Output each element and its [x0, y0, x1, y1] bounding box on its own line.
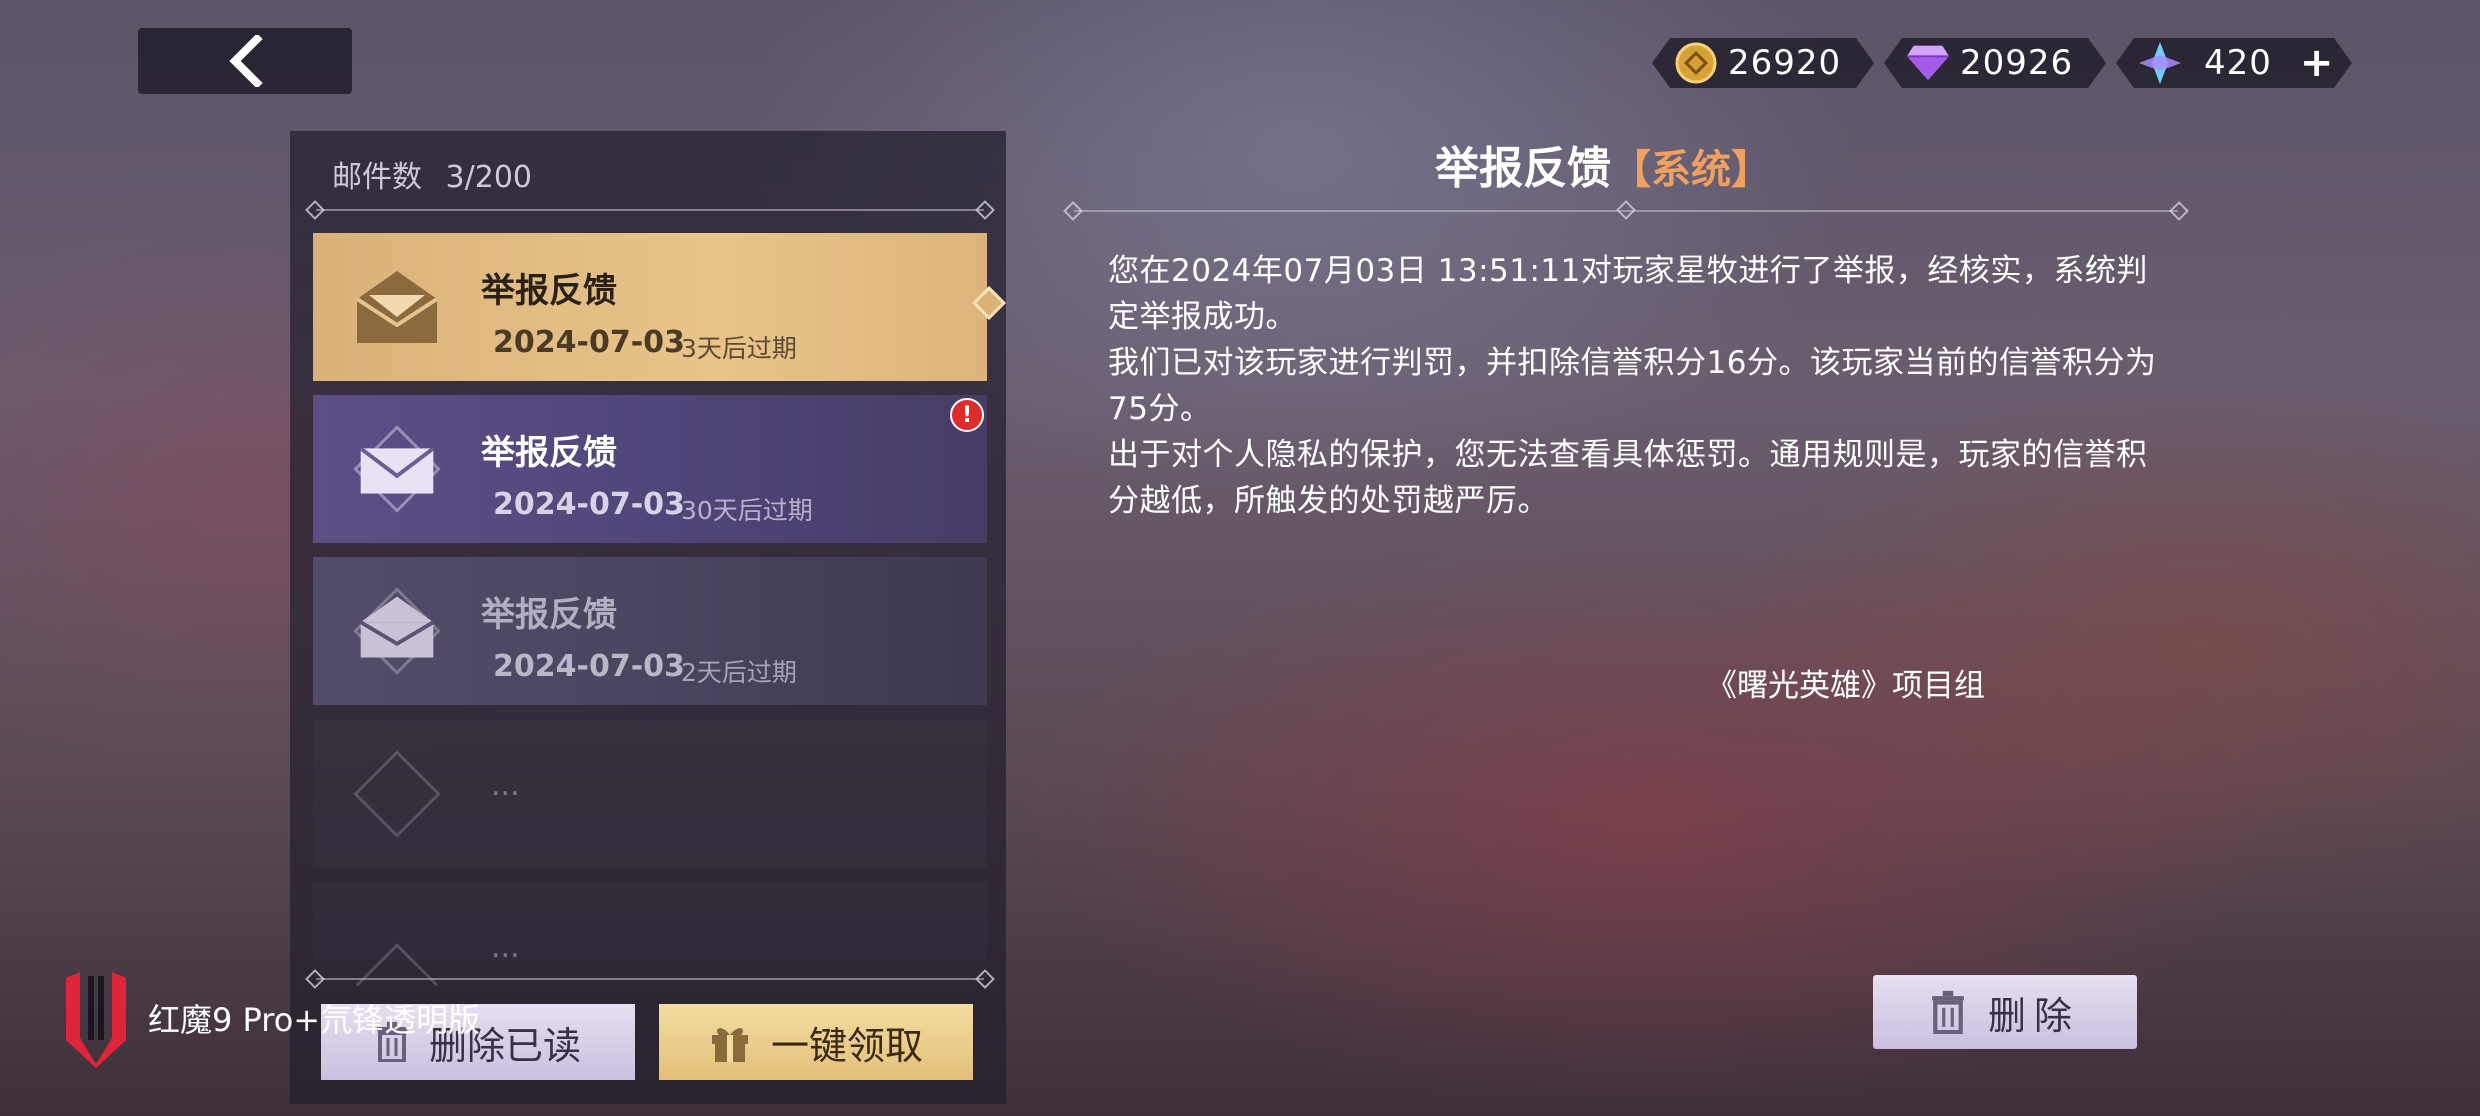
- empty-mail-slot: ...: [313, 720, 987, 868]
- empty-slot-diamond-icon: [343, 740, 451, 848]
- mail-count-value: 3/200: [445, 160, 533, 195]
- gold-coin-counter: 26920: [1652, 38, 1874, 88]
- claim-all-label: 一键领取: [770, 1023, 923, 1068]
- opened-envelope-icon: [343, 577, 451, 685]
- watermark-text: 红魔9 Pro+氘锋透明版: [148, 1001, 481, 1039]
- purple-gem-counter: 20926: [1884, 38, 2106, 88]
- system-tag: 【系统】: [1611, 147, 1771, 193]
- gold-coin-icon: [1674, 41, 1718, 85]
- empty-slot-dots: ...: [491, 768, 520, 803]
- mail-item-date: 2024-07-03: [493, 325, 685, 360]
- mail-item-selected[interactable]: 举报反馈 2024-07-03 3天后过期: [313, 233, 1006, 381]
- mail-item-title: 举报反馈: [481, 595, 617, 635]
- purple-gem-value: 20926: [1960, 43, 2074, 83]
- mail-body: 您在2024年07月03日 13:51:11对玩家星牧进行了举报，经核实，系统判…: [1108, 248, 2168, 524]
- detail-divider: [1063, 200, 2189, 221]
- mail-item-date: 2024-07-03: [493, 487, 685, 522]
- mail-item-title: 举报反馈: [481, 271, 617, 311]
- mail-title-text: 举报反馈: [1435, 143, 1611, 194]
- delete-mail-button[interactable]: 删除: [1873, 975, 2137, 1049]
- unread-alert-badge: !: [950, 398, 984, 432]
- gold-coin-value: 26920: [1728, 43, 1842, 83]
- add-crystal-button[interactable]: +: [2300, 40, 2334, 86]
- gift-icon: [709, 1021, 751, 1063]
- mail-item-date: 2024-07-03: [493, 649, 685, 684]
- list-divider-top: [305, 200, 995, 220]
- claim-all-button[interactable]: 一键领取: [659, 1004, 973, 1080]
- trash-icon: [1930, 990, 1966, 1034]
- mail-item-unread[interactable]: 举报反馈 2024-07-03 30天后过期 !: [313, 395, 987, 543]
- mail-paragraph: 我们已对该玩家进行判罚，并扣除信誉积分16分。该玩家当前的信誉积分为75分。: [1108, 345, 2157, 427]
- opened-envelope-icon: [343, 253, 451, 361]
- back-button[interactable]: [138, 28, 352, 94]
- delete-mail-label: 删除: [1987, 993, 2080, 1038]
- mail-count-label: 邮件数: [332, 160, 422, 195]
- mail-signature: 《曙光英雄》项目组: [1706, 668, 1985, 704]
- red-magic-logo-icon: [60, 968, 132, 1068]
- blue-crystal-value: 420: [2204, 43, 2272, 83]
- blue-crystal-counter: 420 +: [2116, 38, 2352, 88]
- blue-crystal-icon: [2138, 41, 2182, 85]
- chevron-left-icon: [229, 35, 263, 87]
- mail-paragraph: 您在2024年07月03日 13:51:11对玩家星牧进行了举报，经核实，系统判…: [1108, 253, 2148, 335]
- envelope-icon: [343, 415, 451, 523]
- mail-paragraph: 出于对个人隐私的保护，您无法查看具体惩罚。通用规则是，玩家的信誉积分越低，所触发…: [1108, 437, 2148, 519]
- device-watermark: 红魔9 Pro+氘锋透明版: [60, 968, 480, 1068]
- mail-item-expiry: 3天后过期: [681, 334, 797, 363]
- mail-item-title: 举报反馈: [481, 433, 617, 473]
- empty-mail-slot: ...: [313, 882, 987, 986]
- mail-item-expiry: 30天后过期: [681, 496, 813, 525]
- mail-item-expiry: 2天后过期: [681, 658, 797, 687]
- empty-slot-dots: ...: [491, 930, 520, 965]
- mail-detail-title: 举报反馈【系统】: [1435, 132, 1771, 196]
- mail-item-read[interactable]: 举报反馈 2024-07-03 2天后过期: [313, 557, 987, 705]
- mail-count: 邮件数 3/200: [332, 152, 532, 196]
- purple-gem-icon: [1906, 41, 1950, 85]
